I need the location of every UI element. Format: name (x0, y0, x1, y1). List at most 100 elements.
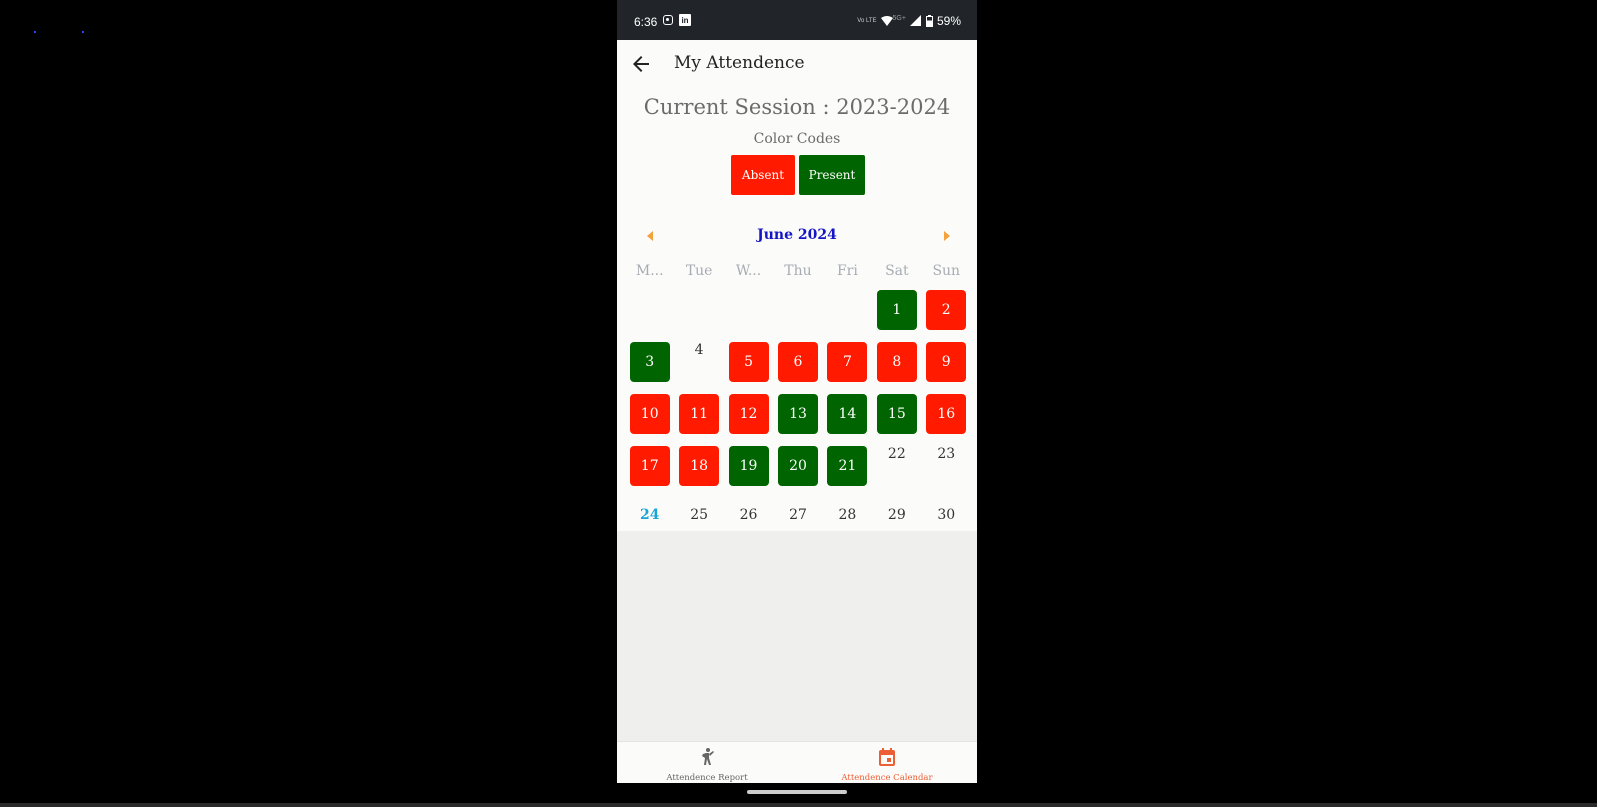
calendar-day-absent[interactable]: 5 (728, 342, 769, 382)
calendar-cell: 1 (872, 290, 921, 342)
tab-label: Attendence Report (666, 773, 748, 783)
calendar-empty-cell (773, 290, 822, 342)
status-time: 6:36 (634, 15, 658, 29)
calendar-day-future[interactable]: 25 (679, 502, 719, 528)
calendar-day-absent[interactable]: 11 (679, 394, 720, 434)
calendar-cell: 8 (872, 342, 921, 394)
screen-bottom-edge (0, 803, 1597, 807)
calendar-day-absent[interactable]: 16 (926, 394, 967, 434)
color-codes-legend: Absent Present (731, 155, 865, 195)
calendar-day-future[interactable]: 26 (729, 502, 769, 528)
calendar-icon (879, 748, 895, 766)
calendar-cell: 10 (625, 394, 674, 446)
calendar-day-present[interactable]: 1 (876, 290, 917, 330)
present-legend-badge: Present (799, 155, 865, 195)
calendar-cell: 12 (724, 394, 773, 446)
calendar-cell: 13 (773, 394, 822, 446)
calendar-day-present[interactable]: 15 (876, 394, 917, 434)
calendar-cell: 21 (823, 446, 872, 498)
calendar-cell: 5 (724, 342, 773, 394)
calendar-cell: 18 (674, 446, 723, 498)
calendar-cell: 11 (674, 394, 723, 446)
signal-icon (909, 15, 921, 26)
network-type: 5G+ (892, 14, 906, 22)
calendar-day-absent[interactable]: 9 (926, 342, 967, 382)
calendar-cell: 3 (625, 342, 674, 394)
linkedin-icon: in (679, 14, 691, 26)
calendar-day-present[interactable]: 19 (728, 446, 769, 486)
calendar-day-absent[interactable]: 6 (777, 342, 818, 382)
absent-legend-badge: Absent (731, 155, 795, 195)
session-title: Current Session : 2023-2024 (643, 95, 951, 119)
bottom-navigation: Attendence Report Attendence Calendar (617, 741, 977, 783)
calendar-day-present[interactable]: 20 (777, 446, 818, 486)
app-bar: My Attendence (617, 40, 977, 88)
calendar-day-absent[interactable]: 10 (629, 394, 670, 434)
tab-label: Attendence Calendar (841, 773, 933, 783)
weekday-label: Thu (784, 263, 812, 279)
calendar-empty-cell (674, 290, 723, 342)
weekday-label: W... (735, 263, 762, 279)
weekday-label: Tue (685, 263, 713, 279)
weekday-label: Sat (885, 263, 909, 279)
tab-attendance-calendar[interactable]: Attendence Calendar (797, 742, 977, 783)
calendar-day-absent[interactable]: 17 (629, 446, 670, 486)
calendar-cell: 14 (823, 394, 872, 446)
weekday-label: Fri (836, 263, 858, 279)
calendar-empty-cell (823, 290, 872, 342)
calendar-day-present[interactable]: 21 (827, 446, 868, 486)
calendar-day-present[interactable]: 3 (629, 342, 670, 382)
home-indicator[interactable] (747, 790, 847, 794)
calendar-day-none[interactable]: 22 (877, 446, 917, 472)
wifi-icon (880, 16, 893, 26)
calendar-day-absent[interactable]: 12 (728, 394, 769, 434)
status-bar: 6:36 in Vo LTE 5G+ 59% (617, 0, 977, 40)
calendar-cell: 16 (922, 394, 971, 446)
calendar-day-present[interactable]: 13 (777, 394, 818, 434)
calendar-day-present[interactable]: 14 (827, 394, 868, 434)
calendar-month-title: June 2024 (757, 227, 837, 243)
calendar-day-future[interactable]: 27 (778, 502, 818, 528)
calendar-day-none[interactable]: 4 (679, 342, 719, 368)
calendar-cell: 22 (872, 446, 921, 498)
calendar-cell: 7 (823, 342, 872, 394)
calendar-cell: 2 (922, 290, 971, 342)
weekday-header-row: M... Tue W... Thu Fri Sat Sun (625, 263, 971, 279)
page-title: My Attendence (674, 53, 805, 73)
calendar-cell: 4 (674, 342, 723, 394)
calendar-day-absent[interactable]: 8 (876, 342, 917, 382)
calendar-cell: 15 (872, 394, 921, 446)
calendar-empty-cell (724, 290, 773, 342)
calendar-day-today[interactable]: 24 (630, 502, 670, 528)
calendar-cell: 20 (773, 446, 822, 498)
calendar-day-none[interactable]: 23 (926, 446, 966, 472)
calendar-day-absent[interactable]: 2 (926, 290, 967, 330)
battery-icon (925, 15, 933, 27)
phone-screen: 6:36 in Vo LTE 5G+ 59% My Attendence Cur… (617, 0, 977, 783)
calendar-cell: 9 (922, 342, 971, 394)
calendar-header: June 2024 (617, 224, 977, 252)
calendar-day-absent[interactable]: 7 (827, 342, 868, 382)
empty-content-area (617, 531, 977, 741)
person-walking-icon (702, 748, 714, 765)
corner-marks (34, 31, 84, 35)
color-codes-label: Color Codes (753, 131, 841, 147)
weekday-label: M... (635, 263, 664, 279)
calendar-day-future[interactable]: 29 (877, 502, 917, 528)
calendar-empty-cell (625, 290, 674, 342)
next-month-icon[interactable] (944, 231, 950, 241)
calendar-day-absent[interactable]: 18 (679, 446, 720, 486)
back-arrow-icon[interactable] (629, 52, 653, 76)
tab-attendance-report[interactable]: Attendence Report (617, 742, 797, 783)
battery-percent: 59% (936, 14, 961, 28)
calendar-cell: 6 (773, 342, 822, 394)
volte-indicator: Vo LTE (857, 18, 877, 24)
calendar-cell: 23 (922, 446, 971, 498)
weekday-label: Sun (932, 263, 961, 279)
calendar-cell: 19 (724, 446, 773, 498)
calendar-day-future[interactable]: 28 (827, 502, 867, 528)
calendar-cell: 17 (625, 446, 674, 498)
calendar-day-future[interactable]: 30 (926, 502, 966, 528)
calendar-day-grid: 1 2 3 4 5 6 7 8 9 10 11 12 13 14 15 16 17 18 19 20 21 22 23 24 2… (625, 290, 971, 550)
screen-record-icon (663, 15, 673, 25)
